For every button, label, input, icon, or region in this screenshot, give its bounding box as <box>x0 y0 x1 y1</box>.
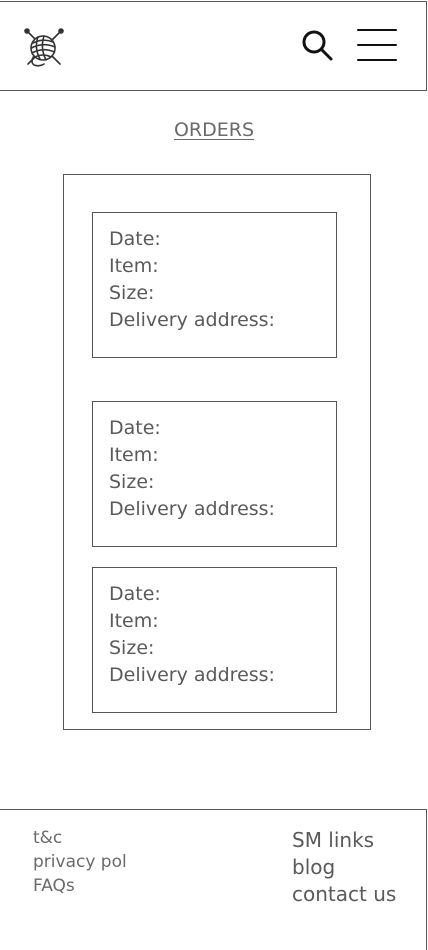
footer-link-social-media[interactable]: SM links <box>292 827 396 854</box>
order-delivery-address-label: Delivery address: <box>109 309 275 331</box>
search-icon <box>302 30 333 61</box>
footer-link-terms[interactable]: t&c <box>33 826 127 850</box>
search-button[interactable] <box>300 28 336 64</box>
order-card[interactable]: Date: Item: Size: Delivery address: <box>92 212 337 358</box>
hamburger-menu-icon <box>357 29 397 61</box>
footer-left-links: t&c privacy pol FAQs <box>33 826 127 898</box>
order-item-label: Item: <box>109 444 159 466</box>
order-delivery-address-label: Delivery address: <box>109 498 275 520</box>
top-header <box>0 1 427 91</box>
footer-link-contact-us[interactable]: contact us <box>292 881 396 908</box>
hamburger-menu-button[interactable] <box>356 26 398 66</box>
order-size-label: Size: <box>109 471 155 493</box>
order-card[interactable]: Date: Item: Size: Delivery address: <box>92 567 337 713</box>
order-date-label: Date: <box>109 228 161 250</box>
order-item-label: Item: <box>109 610 159 632</box>
order-date-label: Date: <box>109 417 161 439</box>
footer-right-links: SM links blog contact us <box>292 827 396 908</box>
yarn-ball-logo-icon[interactable] <box>22 26 66 70</box>
order-card[interactable]: Date: Item: Size: Delivery address: <box>92 401 337 547</box>
order-delivery-address-label: Delivery address: <box>109 664 275 686</box>
orders-page-title[interactable]: ORDERS <box>0 119 428 141</box>
footer-link-faqs[interactable]: FAQs <box>33 874 127 898</box>
footer-link-blog[interactable]: blog <box>292 854 396 881</box>
order-date-label: Date: <box>109 583 161 605</box>
order-size-label: Size: <box>109 637 155 659</box>
footer-link-privacy-policy[interactable]: privacy pol <box>33 850 127 874</box>
order-item-label: Item: <box>109 255 159 277</box>
footer: t&c privacy pol FAQs SM links blog conta… <box>0 809 427 950</box>
orders-panel: Date: Item: Size: Delivery address: Date… <box>63 174 371 730</box>
order-size-label: Size: <box>109 282 155 304</box>
